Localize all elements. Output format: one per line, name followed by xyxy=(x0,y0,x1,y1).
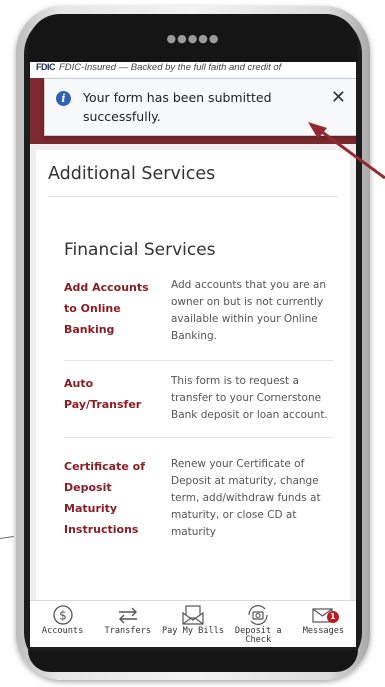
service-row-cd-maturity: Certificate of Deposit Maturity Instruct… xyxy=(64,456,334,556)
fdic-banner: FDIC FDIC-Insured — Backed by the full fa… xyxy=(30,62,356,78)
service-row-auto-pay: Auto Pay/Transfer This form is to reques… xyxy=(64,373,334,438)
fdic-logo: FDIC xyxy=(36,62,56,72)
close-icon[interactable]: ✕ xyxy=(331,89,346,107)
stray-line xyxy=(0,536,14,539)
transfer-arrows-icon xyxy=(95,603,160,627)
phone-top: ●●●●● xyxy=(28,14,358,62)
tab-pay-bills-label: Pay My Bills xyxy=(161,626,225,636)
service-link-cd-maturity[interactable]: Certificate of Deposit Maturity Instruct… xyxy=(64,456,156,540)
service-desc-auto-pay: This form is to request a transfer to yo… xyxy=(171,375,328,421)
toast-message: Your form has been submitted successfull… xyxy=(83,90,272,124)
dollar-icon: $ xyxy=(30,603,95,627)
success-toast: i Your form has been submitted successfu… xyxy=(44,78,356,136)
mail-icon xyxy=(291,603,356,627)
speaker-dots: ●●●●● xyxy=(166,32,220,45)
tab-transfers[interactable]: Transfers xyxy=(95,601,160,647)
service-desc-add-accounts: Add accounts that you are an owner on bu… xyxy=(171,279,327,342)
phone-screen: FDIC FDIC-Insured — Backed by the full fa… xyxy=(30,62,356,647)
tab-messages[interactable]: 1 Messages xyxy=(291,601,356,647)
section-title: Financial Services xyxy=(64,240,216,260)
bill-envelope-icon xyxy=(160,603,225,627)
tab-accounts[interactable]: $ Accounts xyxy=(30,601,95,647)
tab-transfers-label: Transfers xyxy=(104,626,152,636)
tab-pay-bills[interactable]: Pay My Bills xyxy=(160,601,225,647)
content-area: Additional Services Financial Services A… xyxy=(30,144,356,601)
camera-icon xyxy=(226,603,291,627)
service-link-auto-pay[interactable]: Auto Pay/Transfer xyxy=(64,373,156,415)
info-icon: i xyxy=(56,91,71,106)
tab-deposit-check-label: Deposit a Check xyxy=(234,626,282,645)
tab-deposit-check[interactable]: Deposit a Check xyxy=(226,601,291,647)
messages-badge: 1 xyxy=(326,611,339,623)
page-title: Additional Services xyxy=(48,164,216,184)
phone-frame: ●●●●● FDIC FDIC-Insured — Backed by the f… xyxy=(16,6,370,680)
svg-text:$: $ xyxy=(59,609,67,623)
service-desc-cd-maturity: Renew your Certificate of Deposit at mat… xyxy=(171,458,321,538)
phone-bottom xyxy=(28,650,358,672)
tab-messages-label: Messages xyxy=(302,626,345,636)
service-link-add-accounts[interactable]: Add Accounts to Online Banking xyxy=(64,277,156,340)
title-divider xyxy=(48,196,338,197)
services-card: Additional Services Financial Services A… xyxy=(36,150,350,601)
service-row-add-accounts: Add Accounts to Online Banking Add accou… xyxy=(64,277,334,361)
tab-accounts-label: Accounts xyxy=(41,626,84,636)
bottom-tab-bar: $ Accounts Transfers Pay My Bills Deposi… xyxy=(30,600,356,647)
fdic-text: FDIC-Insured — Backed by the full faith … xyxy=(59,62,282,73)
